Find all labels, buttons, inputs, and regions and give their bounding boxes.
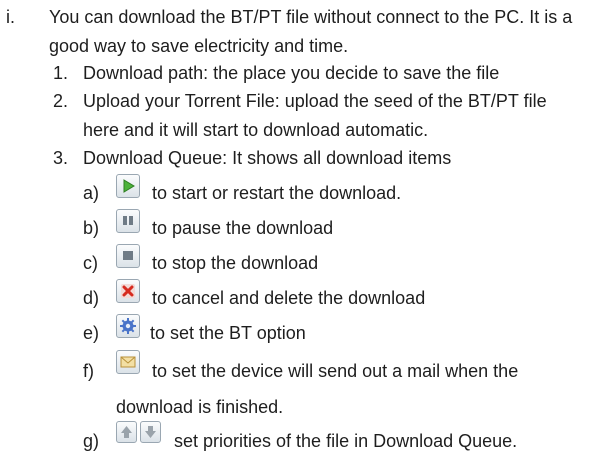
subitem-text: to set the BT option <box>150 323 306 343</box>
subitem-text: to start or restart the download. <box>152 183 402 203</box>
pause-icon <box>116 209 140 233</box>
intro-line-2: good way to save electricity and time. <box>49 36 349 56</box>
subitem-letter: a) <box>83 183 100 203</box>
stop-icon <box>116 244 140 268</box>
item-number: 3. <box>53 148 69 168</box>
gear-icon <box>116 314 140 338</box>
subitem-text-continued: download is finished. <box>116 397 284 417</box>
subitem-text: to stop the download <box>152 253 319 273</box>
subitem-text: set priorities of the file in Download Q… <box>174 431 518 451</box>
item-text: Download path: the place you decide to s… <box>83 63 500 83</box>
subitem-letter: b) <box>83 218 100 238</box>
item-number: 1. <box>53 63 69 83</box>
subitem-letter: d) <box>83 288 100 308</box>
subitem-text: to set the device will send out a mail w… <box>152 361 519 381</box>
subitem-letter: e) <box>83 323 100 343</box>
main-list-marker: i. <box>6 7 15 27</box>
subitem-text: to pause the download <box>152 218 334 238</box>
down-arrow-icon <box>140 421 161 443</box>
subitem-text: to cancel and delete the download <box>152 288 426 308</box>
subitem-letter: g) <box>83 431 100 451</box>
up-arrow-icon <box>116 421 137 443</box>
item-text: Upload your Torrent File: upload the see… <box>83 91 547 111</box>
subitem-letter: f) <box>83 361 94 381</box>
cancel-delete-icon <box>116 279 140 303</box>
play-icon <box>116 174 140 198</box>
item-text: Download Queue: It shows all download it… <box>83 148 452 168</box>
item-number: 2. <box>53 91 69 111</box>
mail-icon <box>116 350 140 374</box>
item-text-continued: here and it will start to download autom… <box>83 120 429 140</box>
subitem-letter: c) <box>83 253 98 273</box>
intro-line-1: You can download the BT/PT file without … <box>49 7 573 27</box>
